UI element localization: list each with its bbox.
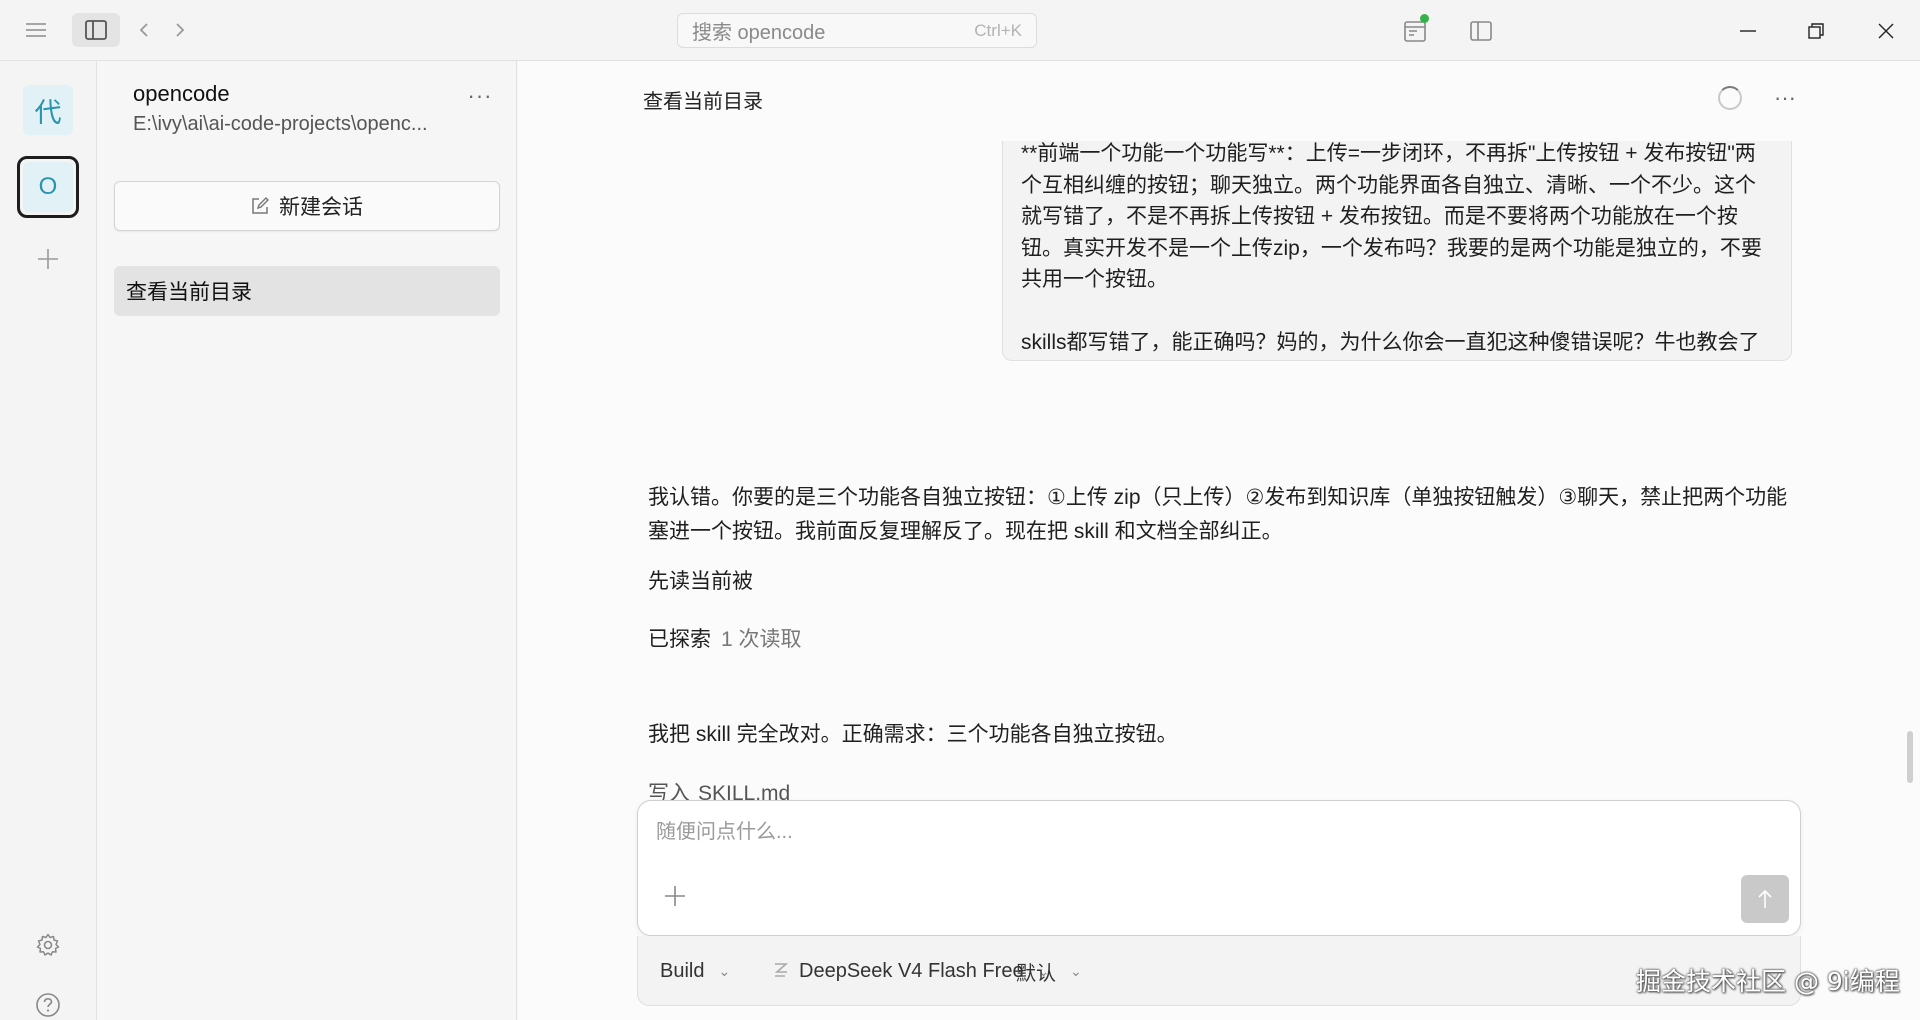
- title-bar: 搜索 opencode Ctrl+K: [0, 0, 1920, 61]
- project-more-button[interactable]: ···: [463, 81, 497, 111]
- user-message-paragraph: skills都写错了，能正确吗？妈的，为什么你会一直犯这种傻错误呢？牛也教会了呀…: [1021, 330, 1760, 354]
- composer: [637, 800, 1801, 936]
- assistant-reply: 先读当前被: [648, 570, 753, 593]
- back-icon[interactable]: [130, 15, 158, 45]
- search-shortcut: Ctrl+K: [974, 20, 1022, 40]
- session-item[interactable]: 查看当前目录: [114, 266, 500, 316]
- project-tile-label: 代: [34, 97, 62, 129]
- assistant-reply: 我把 skill 完全改对。正确需求：三个功能各自独立按钮。: [648, 723, 1178, 746]
- session-more-button[interactable]: ···: [1768, 83, 1802, 113]
- new-session-button[interactable]: 新建会话: [114, 181, 500, 231]
- search-box[interactable]: 搜索 opencode Ctrl+K: [677, 13, 1037, 48]
- scrollbar-thumb[interactable]: [1907, 731, 1913, 783]
- assistant-reply: 我认错。你要的是三个功能各自独立按钮：①上传 zip（只上传）②发布到知识库（单…: [648, 486, 1788, 543]
- review-icon[interactable]: [1398, 14, 1432, 48]
- help-icon[interactable]: [30, 987, 66, 1020]
- maximize-icon[interactable]: [1796, 14, 1836, 48]
- new-session-label: 新建会话: [279, 196, 363, 219]
- agent-select[interactable]: Build ⌄: [660, 956, 730, 986]
- menu-icon[interactable]: [20, 15, 52, 45]
- user-message-paragraph: **前端一个功能一个功能写**：上传=一步闭环，不再拆"上传按钮 + 发布按钮"…: [1021, 142, 1762, 291]
- chevron-down-icon: ⌄: [1070, 962, 1082, 979]
- panel-icon[interactable]: [1464, 14, 1498, 48]
- attach-icon[interactable]: [660, 881, 690, 911]
- variant-select[interactable]: 默认 ⌄: [1016, 956, 1082, 986]
- composer-toolbar: Build ⌄ DeepSeek V4 Flash Free ⌄ 默认 ⌄: [637, 936, 1801, 1006]
- project-rail: 代 O: [0, 61, 97, 1020]
- session-title: 查看当前目录: [643, 91, 763, 113]
- user-message: **前端一个功能一个功能写**：上传=一步闭环，不再拆"上传按钮 + 发布按钮"…: [1002, 141, 1792, 361]
- agent-label: Build: [660, 959, 705, 982]
- add-icon[interactable]: [30, 241, 66, 277]
- project-path: E:\ivy\ai\ai-code-projects\openc...: [133, 113, 428, 135]
- chevron-down-icon: ⌄: [718, 962, 731, 979]
- session-item-label: 查看当前目录: [126, 281, 252, 304]
- settings-icon[interactable]: [30, 927, 66, 963]
- status-dot: [1420, 14, 1429, 23]
- model-label: DeepSeek V4 Flash Free: [799, 959, 1024, 982]
- write-file: SKILL.md: [698, 782, 791, 801]
- explored-label: 已探索: [648, 628, 711, 651]
- project-tile-active[interactable]: O: [17, 156, 79, 218]
- close-icon[interactable]: [1866, 14, 1906, 48]
- explored-count: 1 次读取: [721, 628, 802, 651]
- loading-spinner-icon: [1718, 86, 1742, 110]
- sidebar-toggle-icon[interactable]: [72, 13, 120, 47]
- edit-icon: [251, 197, 269, 215]
- explored-tool-call[interactable]: 已探索 1 次读取: [648, 623, 1808, 657]
- model-provider-icon: [773, 962, 789, 980]
- project-name: opencode: [133, 81, 230, 106]
- send-button[interactable]: [1741, 875, 1789, 923]
- model-select[interactable]: DeepSeek V4 Flash Free ⌄: [773, 956, 1049, 986]
- session-sidebar: opencode E:\ivy\ai\ai-code-projects\open…: [97, 61, 517, 1020]
- write-label: 写入: [648, 782, 690, 801]
- project-tile-label: O: [38, 173, 58, 200]
- search-placeholder: 搜索 opencode: [692, 22, 826, 44]
- watermark: 掘金技术社区 @ 9i编程: [1636, 967, 1900, 996]
- prompt-input[interactable]: [656, 815, 1756, 849]
- project-tile[interactable]: 代: [23, 85, 73, 135]
- chat-main: 查看当前目录 ··· **前端一个功能一个功能写**：上传=一步闭环，不再拆"上…: [518, 61, 1920, 1020]
- arrow-up-icon: [1757, 889, 1773, 909]
- write-tool-call[interactable]: 写入 SKILL.md: [648, 777, 1808, 801]
- forward-icon[interactable]: [166, 15, 194, 45]
- minimize-icon[interactable]: [1728, 14, 1768, 48]
- variant-label: 默认: [1016, 962, 1056, 985]
